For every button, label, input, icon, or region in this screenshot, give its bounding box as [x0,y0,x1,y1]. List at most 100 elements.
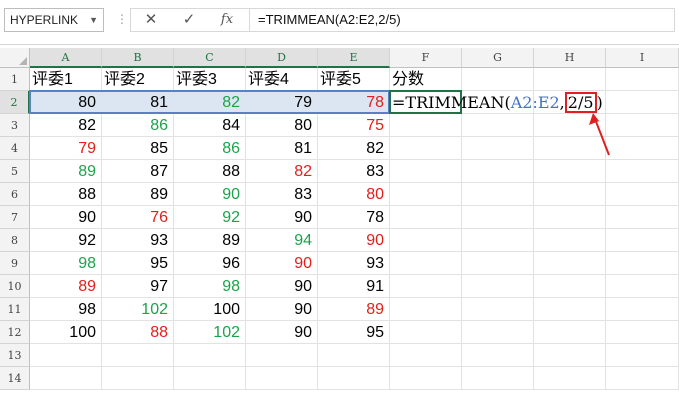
column-header-i[interactable]: I [606,48,679,68]
cell-c14[interactable] [174,367,246,390]
cell-c3[interactable]: 84 [174,114,246,137]
cell-f13[interactable] [390,344,462,367]
cell-e7[interactable]: 78 [318,206,390,229]
cell-d3[interactable]: 80 [246,114,318,137]
cell-d1[interactable]: 评委4 [246,68,318,91]
column-header-e[interactable]: E [318,48,390,68]
cell-c12[interactable]: 102 [174,321,246,344]
cell-d8[interactable]: 94 [246,229,318,252]
cell-e6[interactable]: 80 [318,183,390,206]
cell-d10[interactable]: 90 [246,275,318,298]
cell-g6[interactable] [462,183,534,206]
cell-d9[interactable]: 90 [246,252,318,275]
cell-a10[interactable]: 89 [30,275,102,298]
column-header-d[interactable]: D [246,48,318,68]
cell-c2[interactable]: 82 [174,91,246,114]
cell-e1[interactable]: 评委5 [318,68,390,91]
cell-b8[interactable]: 93 [102,229,174,252]
cell-f12[interactable] [390,321,462,344]
cell-b11[interactable]: 102 [102,298,174,321]
cell-d5[interactable]: 82 [246,160,318,183]
cell-e3[interactable]: 75 [318,114,390,137]
cell-b9[interactable]: 95 [102,252,174,275]
cell-d14[interactable] [246,367,318,390]
chevron-down-icon[interactable]: ▼ [89,9,98,31]
cell-h6[interactable] [534,183,606,206]
row-header-11[interactable]: 11 [0,298,30,321]
column-header-c[interactable]: C [174,48,246,68]
cell-f5[interactable] [390,160,462,183]
cell-g10[interactable] [462,275,534,298]
drag-handle-icon[interactable]: ⋮ [116,8,128,32]
cell-i8[interactable] [606,229,679,252]
cell-a11[interactable]: 98 [30,298,102,321]
cell-b7[interactable]: 76 [102,206,174,229]
cell-a1[interactable]: 评委1 [30,68,102,91]
cell-i7[interactable] [606,206,679,229]
row-header-3[interactable]: 3 [0,114,30,137]
row-header-4[interactable]: 4 [0,137,30,160]
cell-h5[interactable] [534,160,606,183]
cell-h7[interactable] [534,206,606,229]
cell-a13[interactable] [30,344,102,367]
cell-a9[interactable]: 98 [30,252,102,275]
cell-d13[interactable] [246,344,318,367]
cell-h14[interactable] [534,367,606,390]
cell-a14[interactable] [30,367,102,390]
cell-b2[interactable]: 81 [102,91,174,114]
cancel-icon[interactable]: ✕ [137,9,165,31]
cell-a4[interactable]: 79 [30,137,102,160]
cell-b13[interactable] [102,344,174,367]
cell-g11[interactable] [462,298,534,321]
cell-f7[interactable] [390,206,462,229]
row-header-12[interactable]: 12 [0,321,30,344]
cell-i10[interactable] [606,275,679,298]
cell-e13[interactable] [318,344,390,367]
row-header-2[interactable]: 2 [0,91,30,114]
row-header-6[interactable]: 6 [0,183,30,206]
cell-i1[interactable] [606,68,679,91]
insert-function-icon[interactable]: fx [213,9,241,31]
cell-c10[interactable]: 98 [174,275,246,298]
cell-b1[interactable]: 评委2 [102,68,174,91]
cell-c9[interactable]: 96 [174,252,246,275]
cell-e11[interactable]: 89 [318,298,390,321]
cell-c13[interactable] [174,344,246,367]
cell-c11[interactable]: 100 [174,298,246,321]
cell-h8[interactable] [534,229,606,252]
cell-g7[interactable] [462,206,534,229]
cell-h12[interactable] [534,321,606,344]
cell-a12[interactable]: 100 [30,321,102,344]
name-box[interactable]: HYPERLINK ▼ [4,8,104,32]
column-header-f[interactable]: F [390,48,462,68]
cell-i13[interactable] [606,344,679,367]
cell-i11[interactable] [606,298,679,321]
cell-b12[interactable]: 88 [102,321,174,344]
cell-i14[interactable] [606,367,679,390]
cell-d6[interactable]: 83 [246,183,318,206]
cell-c6[interactable]: 90 [174,183,246,206]
cell-a2[interactable]: 80 [30,91,102,114]
cell-e8[interactable]: 90 [318,229,390,252]
cell-e9[interactable]: 93 [318,252,390,275]
cell-h13[interactable] [534,344,606,367]
cell-a7[interactable]: 90 [30,206,102,229]
cell-b5[interactable]: 87 [102,160,174,183]
cell-g12[interactable] [462,321,534,344]
cell-i9[interactable] [606,252,679,275]
cell-g4[interactable] [462,137,534,160]
column-header-b[interactable]: B [102,48,174,68]
cell-f3[interactable] [390,114,462,137]
cell-h1[interactable] [534,68,606,91]
select-all-corner[interactable] [0,48,30,68]
row-header-1[interactable]: 1 [0,68,30,91]
cell-b14[interactable] [102,367,174,390]
cell-e12[interactable]: 95 [318,321,390,344]
cell-f10[interactable] [390,275,462,298]
cell-i12[interactable] [606,321,679,344]
cell-f4[interactable] [390,137,462,160]
row-header-13[interactable]: 13 [0,344,30,367]
cell-d4[interactable]: 81 [246,137,318,160]
cell-g1[interactable] [462,68,534,91]
cell-f2-editing-formula[interactable]: =TRIMMEAN(A2:E2, 2/5) [392,91,603,114]
